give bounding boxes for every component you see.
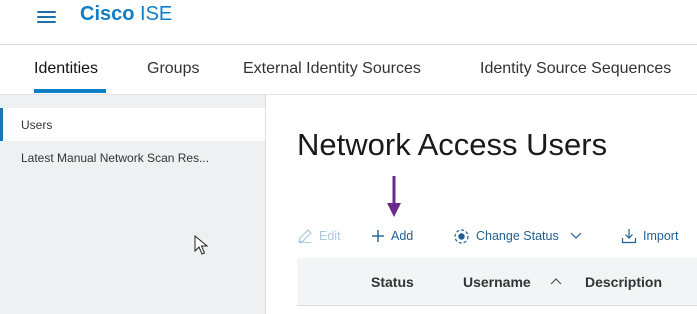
tab-external-identity-sources[interactable]: External Identity Sources <box>243 60 421 78</box>
sort-ascending-icon[interactable] <box>549 277 563 286</box>
column-header-status[interactable]: Status <box>371 274 414 290</box>
app-title[interactable]: Cisco ISE <box>80 3 172 26</box>
brand-name: Cisco <box>80 3 135 25</box>
hamburger-menu-icon[interactable] <box>37 9 57 23</box>
tab-groups[interactable]: Groups <box>147 60 199 78</box>
chevron-down-icon <box>570 232 582 239</box>
product-name: ISE <box>140 3 173 25</box>
import-icon <box>621 229 637 244</box>
tab-identity-source-sequences[interactable]: Identity Source Sequences <box>480 60 671 78</box>
page-title: Network Access Users <box>297 127 608 162</box>
top-header: Cisco ISE <box>0 0 697 45</box>
sidebar: Users Latest Manual Network Scan Res... <box>0 95 266 314</box>
plus-icon <box>372 230 384 242</box>
mouse-pointer-icon <box>194 235 208 255</box>
sidebar-item-label: Users <box>21 118 53 132</box>
add-button[interactable]: Add <box>371 226 413 246</box>
column-header-description[interactable]: Description <box>585 274 662 290</box>
change-status-button[interactable]: Change Status <box>453 226 583 246</box>
tab-identities[interactable]: Identities <box>34 60 98 78</box>
table-header-row: Status Username Description <box>297 258 697 306</box>
sidebar-item-latest-manual-network-scan[interactable]: Latest Manual Network Scan Res... <box>0 141 265 174</box>
edit-button[interactable]: Edit <box>297 226 341 246</box>
column-header-username[interactable]: Username <box>463 274 531 290</box>
change-status-label: Change Status <box>476 229 559 243</box>
import-button[interactable]: Import <box>621 226 678 246</box>
pencil-icon <box>298 229 312 243</box>
import-label: Import <box>643 229 679 243</box>
active-tab-indicator <box>34 89 106 93</box>
annotation-arrow-icon <box>387 176 401 217</box>
status-toggle-icon <box>454 228 469 244</box>
sidebar-item-label: Latest Manual Network Scan Res... <box>21 151 210 165</box>
edit-label: Edit <box>319 229 341 243</box>
tab-bar: Identities Groups External Identity Sour… <box>0 46 697 95</box>
sidebar-item-users[interactable]: Users <box>0 108 265 141</box>
add-label: Add <box>391 229 414 243</box>
